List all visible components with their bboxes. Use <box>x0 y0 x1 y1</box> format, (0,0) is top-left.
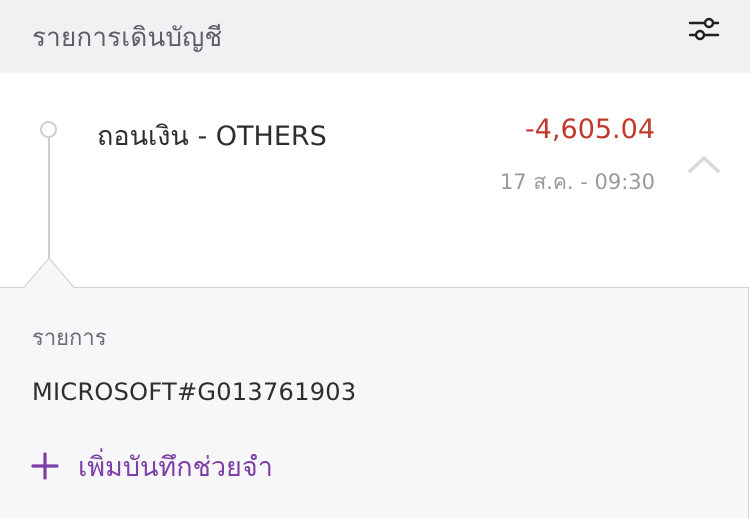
detail-label: รายการ <box>32 326 107 351</box>
timeline-dot <box>40 121 57 138</box>
statement-screen: รายการเดินบัญชี ถอนเงิน - OTHERS -4,605.… <box>0 0 750 518</box>
transaction-datetime: 17 ส.ค. - 09:30 <box>499 170 655 194</box>
plus-icon <box>31 452 59 480</box>
add-note-button[interactable]: เพิ่มบันทึกช่วยจำ <box>30 446 273 486</box>
detail-pointer <box>24 257 74 288</box>
header-bar: รายการเดินบัญชี <box>0 0 750 73</box>
detail-value: MICROSOFT#G013761903 <box>32 378 357 406</box>
add-note-label: เพิ่มบันทึกช่วยจำ <box>78 451 273 483</box>
timeline-line <box>48 137 50 261</box>
collapse-button[interactable] <box>684 150 724 180</box>
filter-button[interactable] <box>684 12 724 46</box>
chevron-up-icon <box>688 156 720 173</box>
transaction-title: ถอนเงิน - OTHERS <box>97 121 327 152</box>
page-title: รายการเดินบัญชี <box>32 23 223 53</box>
sliders-icon <box>688 17 720 41</box>
transaction-amount: -4,605.04 <box>525 114 655 145</box>
